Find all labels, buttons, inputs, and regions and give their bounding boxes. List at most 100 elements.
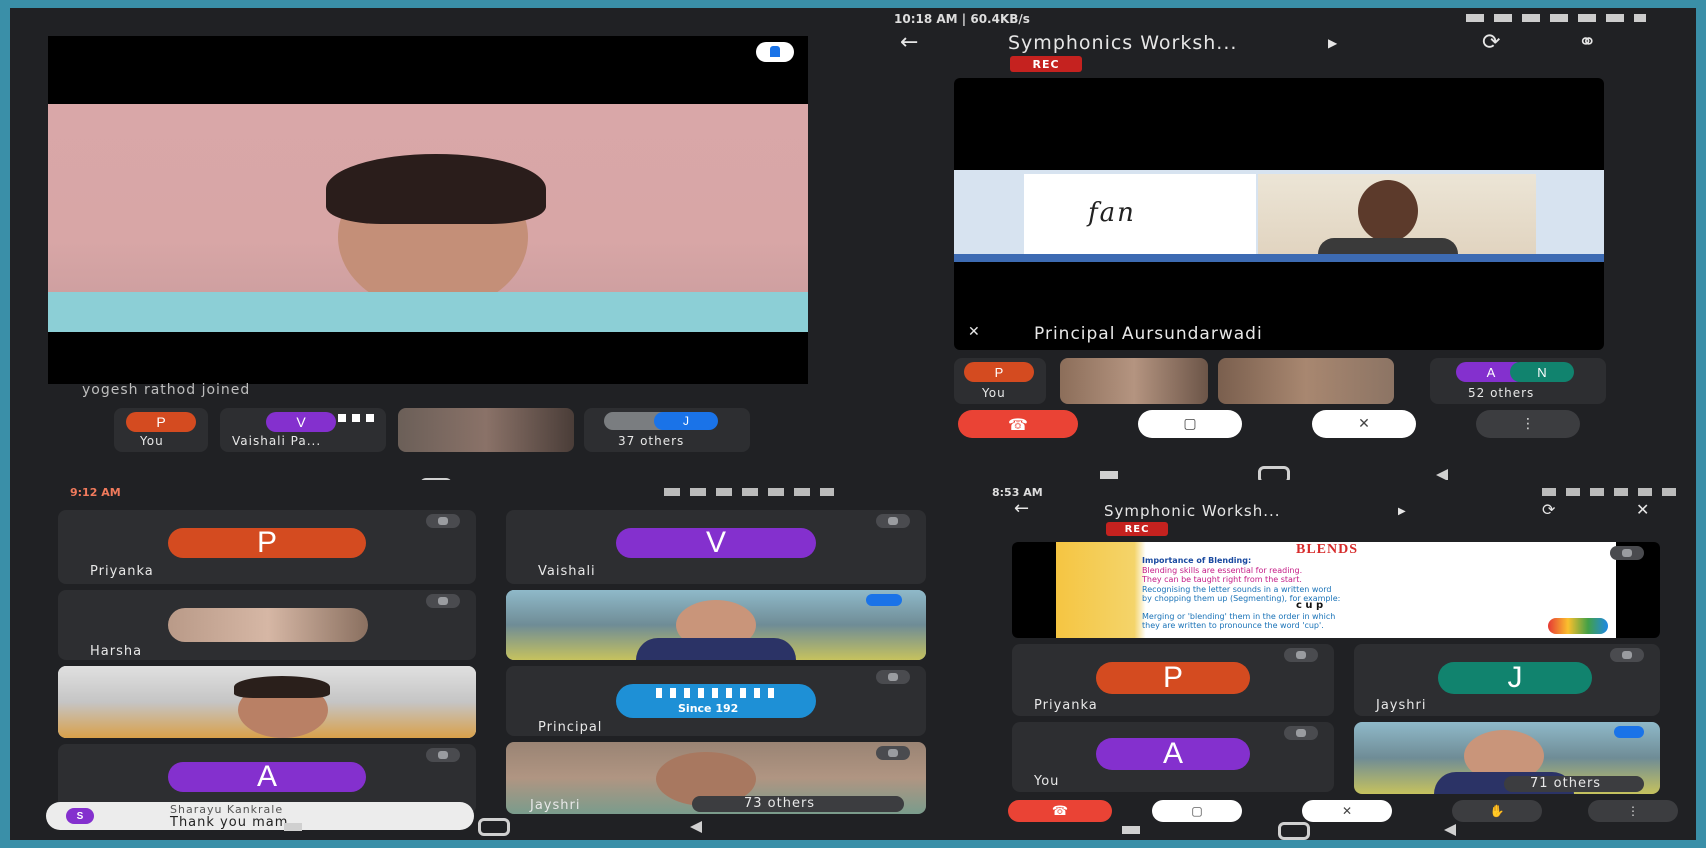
status-bar: 9:12 AM (54, 486, 854, 500)
participant-video (506, 590, 926, 660)
chip-you[interactable]: P You (114, 408, 208, 452)
participant-name: Principal (538, 720, 603, 735)
speaking-icon (338, 414, 378, 422)
avatar: V (266, 412, 336, 432)
rec-badge: REC (1010, 56, 1082, 72)
participant-tile-video[interactable] (506, 590, 926, 660)
speaker-off-icon[interactable]: ✕ (1636, 500, 1649, 519)
raise-hand-button[interactable]: ✋ (1452, 800, 1542, 822)
participant-tile-jayshri[interactable]: Jayshri 73 others (506, 742, 926, 814)
back-arrow-icon[interactable]: ← (1014, 498, 1029, 519)
speaking-icon (1614, 726, 1644, 738)
others-label: 71 others (1530, 776, 1602, 791)
camera-off-button[interactable]: ▢ (1138, 410, 1242, 438)
recent-apps-icon[interactable] (284, 823, 302, 831)
more-options-button[interactable]: ⋮ (1476, 410, 1580, 438)
participant-tile-akshada[interactable] (58, 666, 476, 738)
meeting-title[interactable]: Symphonics Worksh... (1008, 32, 1237, 54)
end-call-button[interactable]: ☎ (1008, 800, 1112, 822)
mic-off-icon (1284, 726, 1318, 740)
participant-tile-video[interactable]: 71 others (1354, 722, 1660, 794)
participant-tile-priyanka[interactable]: P Priyanka (58, 510, 476, 584)
home-icon[interactable] (1258, 466, 1290, 480)
switch-camera-icon[interactable]: ⟳ (1482, 30, 1500, 55)
participant-tile-jayshri[interactable]: J Jayshri (1354, 644, 1660, 716)
back-icon[interactable] (1436, 469, 1448, 480)
home-icon[interactable] (420, 478, 452, 480)
mic-off-icon (1610, 648, 1644, 662)
presenter-video (1258, 174, 1536, 254)
avatar: J (654, 412, 718, 430)
camera-off-button[interactable]: ▢ (1152, 800, 1242, 822)
video-main[interactable]: BLENDS Importance of Blending: Blending … (1012, 542, 1660, 638)
others-badge[interactable]: 71 others (1504, 776, 1644, 792)
avatar: P (1096, 661, 1250, 694)
meet-screen-2: 10:18 AM | 60.4KB/s ← Symphonics Worksh.… (842, 8, 1696, 480)
slide-line: Blending skills are essential for readin… (1142, 566, 1303, 575)
participant-tile-vaishali[interactable]: V Vaishali (506, 510, 926, 584)
shared-screen: fan (954, 170, 1604, 262)
others-badge[interactable]: 73 others (692, 796, 904, 812)
recent-apps-icon[interactable] (1122, 826, 1140, 834)
participant-tile-priyanka[interactable]: P Priyanka (1012, 644, 1334, 716)
chip-label: 37 others (618, 434, 685, 448)
participant-name: Vaishali (538, 564, 596, 579)
video-main[interactable]: fan ✕ Principal Aursundarwadi (954, 78, 1604, 350)
meeting-title[interactable]: Symphonic Worksh... (1104, 502, 1281, 520)
video-feed (48, 104, 808, 332)
back-icon[interactable] (690, 821, 702, 833)
participant-name: You (1034, 774, 1060, 789)
chip-video-participant-2[interactable] (1218, 358, 1394, 404)
status-bar: 8:53 AM (992, 486, 1682, 500)
slide-line: They can be taught right from the start. (1142, 575, 1302, 584)
mic-off-icon (876, 746, 910, 760)
avatar: A (1096, 737, 1250, 770)
recent-apps-icon[interactable] (1100, 471, 1118, 479)
mic-off-button[interactable]: ✕ (1302, 800, 1392, 822)
pin-icon[interactable] (756, 42, 794, 62)
slide-line: Recognising the letter sounds in a writt… (1142, 585, 1332, 594)
chip-others[interactable]: J 37 others (584, 408, 750, 452)
home-icon[interactable] (1278, 822, 1310, 840)
avatar: V (616, 526, 816, 559)
school-logo: Since 192 (616, 684, 816, 718)
nav-bar (10, 472, 840, 480)
chevron-right-icon[interactable]: ▶ (1328, 36, 1337, 50)
participant-hair (326, 154, 546, 224)
switch-camera-icon[interactable]: ⟳ (1542, 500, 1555, 519)
participant-tile-principal[interactable]: Since 192 Principal (506, 666, 926, 736)
participant-name: Jayshri (1376, 698, 1427, 713)
avatar: J (1438, 661, 1592, 694)
mic-off-icon (426, 748, 460, 762)
chip-label: You (140, 434, 164, 448)
slide-line: they are written to pronounce the word '… (1142, 621, 1324, 630)
participant-tile-harsha[interactable]: Harsha (58, 590, 476, 660)
avatar: P (964, 362, 1034, 382)
participant-name: Priyanka (1034, 698, 1098, 713)
shared-slide: BLENDS Importance of Blending: Blending … (1056, 542, 1616, 638)
video-main[interactable] (48, 36, 808, 384)
chip-vaishali[interactable]: V Vaishali Pa... (220, 408, 386, 452)
back-icon[interactable] (1444, 824, 1456, 836)
participant-video (168, 608, 368, 642)
home-icon[interactable] (478, 818, 510, 836)
mic-off-icon (876, 514, 910, 528)
chip-video-participant-1[interactable] (1060, 358, 1208, 404)
chip-you[interactable]: P You (954, 358, 1046, 404)
headphones-icon[interactable]: ⚭ (1578, 30, 1596, 55)
participant-tile-you[interactable]: A You (1012, 722, 1334, 792)
speaking-icon (866, 594, 902, 606)
chip-label: Vaishali Pa... (232, 434, 322, 448)
chip-video-participant[interactable] (398, 408, 574, 452)
more-options-button[interactable]: ⋮ (1588, 800, 1678, 822)
mic-off-button[interactable]: ✕ (1312, 410, 1416, 438)
meet-screen-3: 9:12 AM P Priyanka V Vaishali Harsha Sin… (10, 486, 970, 840)
end-call-button[interactable]: ☎ (958, 410, 1078, 438)
nav-bar (842, 460, 1696, 480)
chevron-right-icon[interactable]: ▶ (1398, 506, 1406, 517)
chip-others[interactable]: A N 52 others (1430, 358, 1606, 404)
avatar: A (168, 760, 366, 793)
chip-label: You (982, 386, 1006, 400)
back-arrow-icon[interactable]: ← (900, 30, 918, 55)
slide-line: c u p (1296, 600, 1324, 611)
